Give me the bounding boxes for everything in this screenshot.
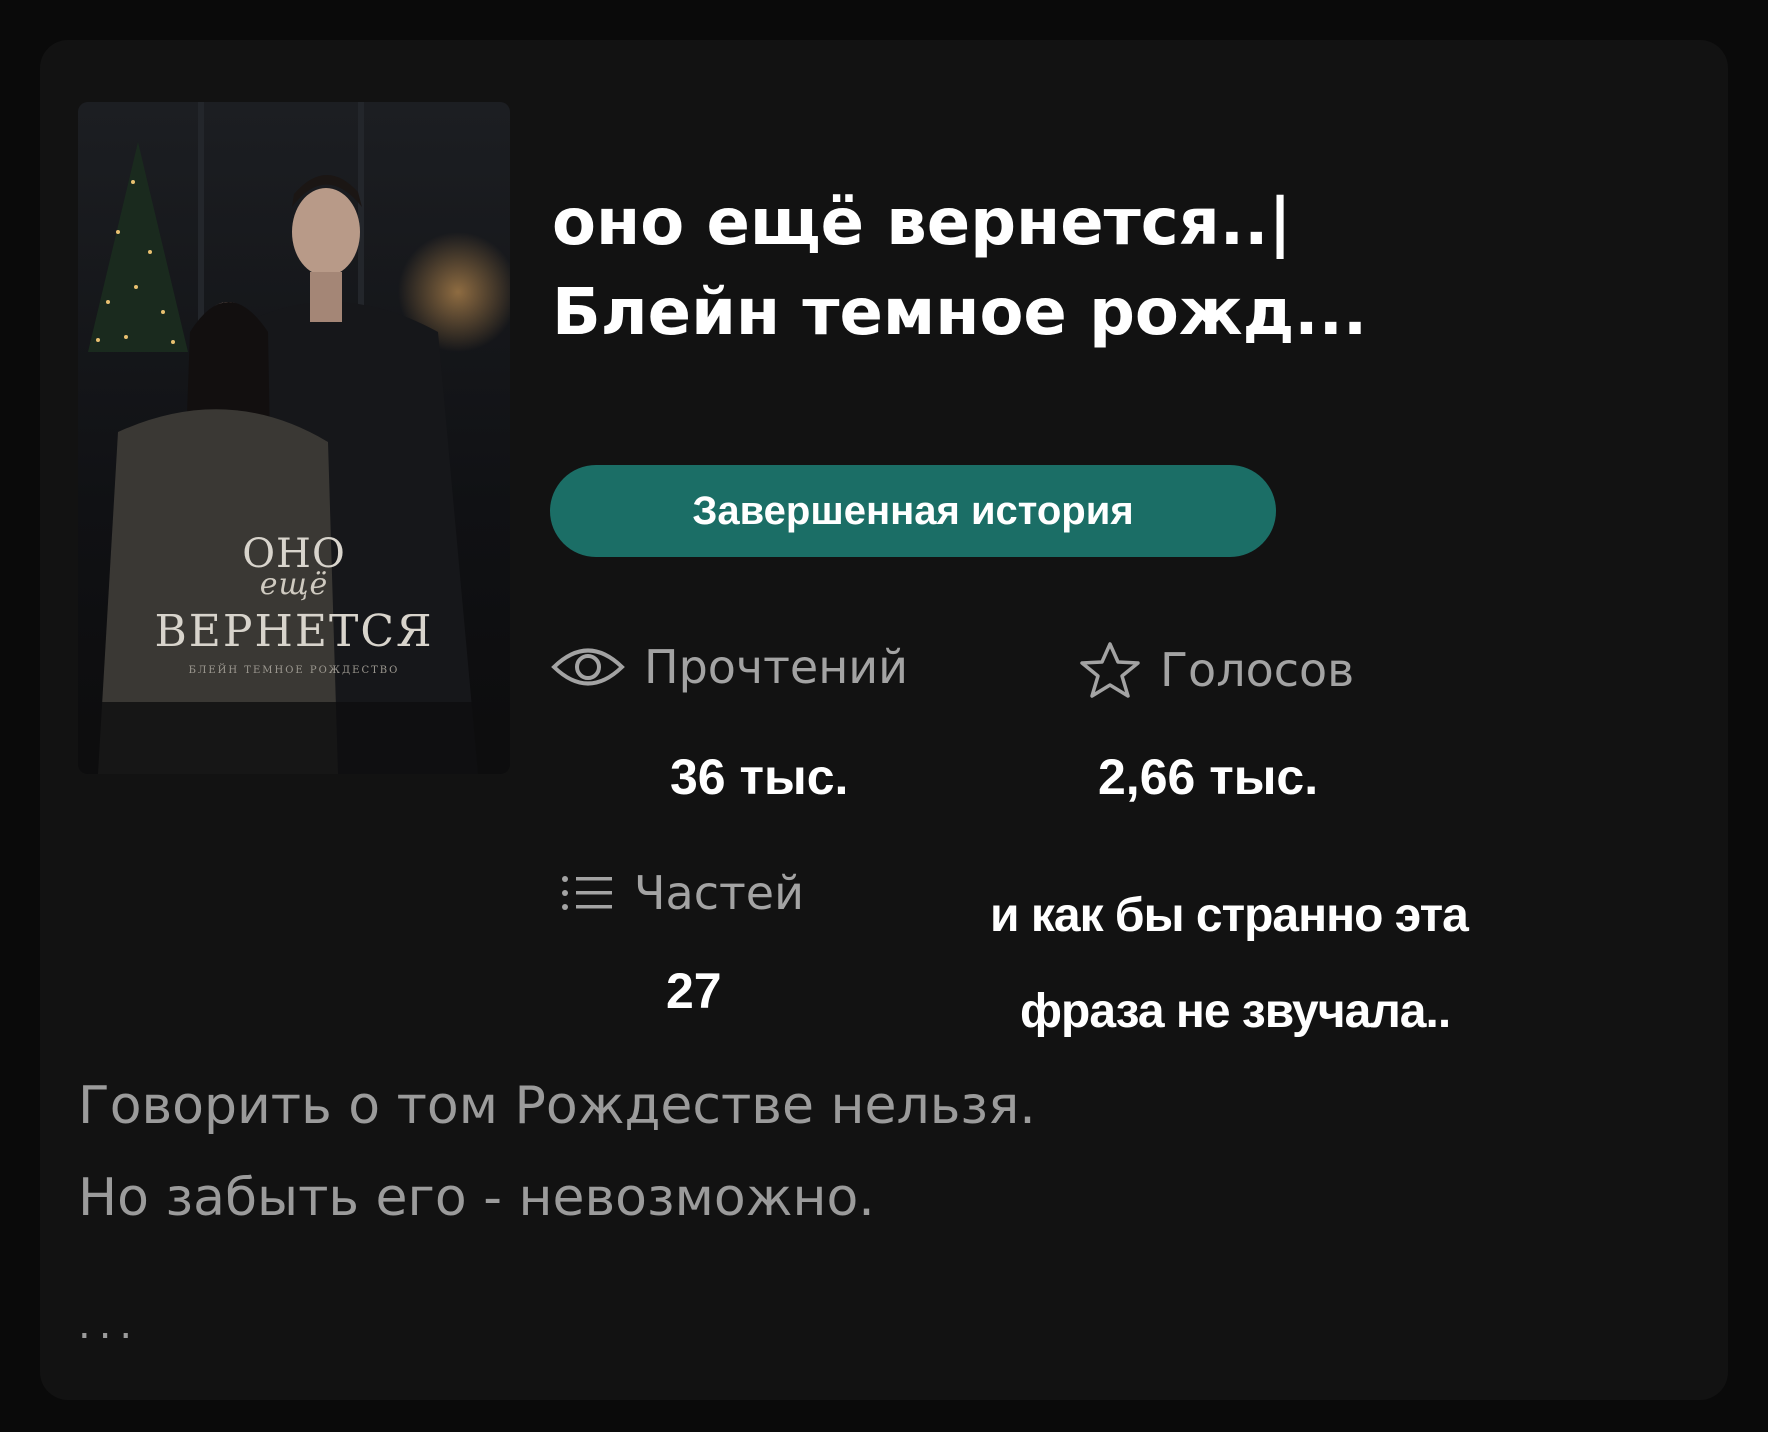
story-title: оно ещё вернется..| Блейн темное рожд... [552, 178, 1692, 358]
description-line1: Говорить о том Рождестве нельзя. [78, 1076, 1036, 1136]
votes-stat-label: Голосов [1078, 640, 1354, 700]
reads-count: 36 тыс. [670, 749, 849, 805]
status-badge: Завершенная история [550, 465, 1276, 557]
cover-subtitle: БЛЕЙН ТЕМНОЕ РОЖДЕСТВО [188, 665, 400, 676]
story-title-line1: оно ещё вернется..| [552, 186, 1292, 260]
story-title-line2: Блейн темное рожд... [552, 276, 1368, 350]
book-cover-image[interactable]: ОНО ещё ВЕРНЕТСЯ БЛЕЙН ТЕМНОЕ РОЖДЕСТВО [78, 102, 510, 774]
list-icon [562, 876, 612, 910]
overlay-caption-line2: фраза не звучала.. [1020, 985, 1451, 1038]
story-card: ОНО ещё ВЕРНЕТСЯ БЛЕЙН ТЕМНОЕ РОЖДЕСТВО … [40, 40, 1728, 1400]
description-line2: Но забыть его - невозможно. [78, 1168, 875, 1228]
reads-label-text: Прочтений [644, 640, 909, 694]
reads-stat-label: Прочтений [550, 640, 908, 694]
read-more-ellipsis[interactable]: ... [78, 1302, 140, 1348]
cover-title-line2: ещё [259, 567, 329, 602]
cover-title-line3: ВЕРНЕТСЯ [154, 606, 434, 657]
parts-label-text: Частей [634, 866, 805, 920]
story-description: Говорить о том Рождестве нельзя. Но забы… [78, 1060, 1036, 1244]
parts-count: 27 [666, 963, 722, 1019]
eye-icon [551, 648, 625, 686]
votes-count: 2,66 тыс. [1098, 749, 1319, 805]
parts-stat-label: Частей [560, 866, 804, 920]
votes-label-text: Голосов [1160, 643, 1355, 697]
star-outline-icon [1080, 642, 1140, 698]
overlay-caption-line1: и как бы странно эта [990, 889, 1469, 942]
